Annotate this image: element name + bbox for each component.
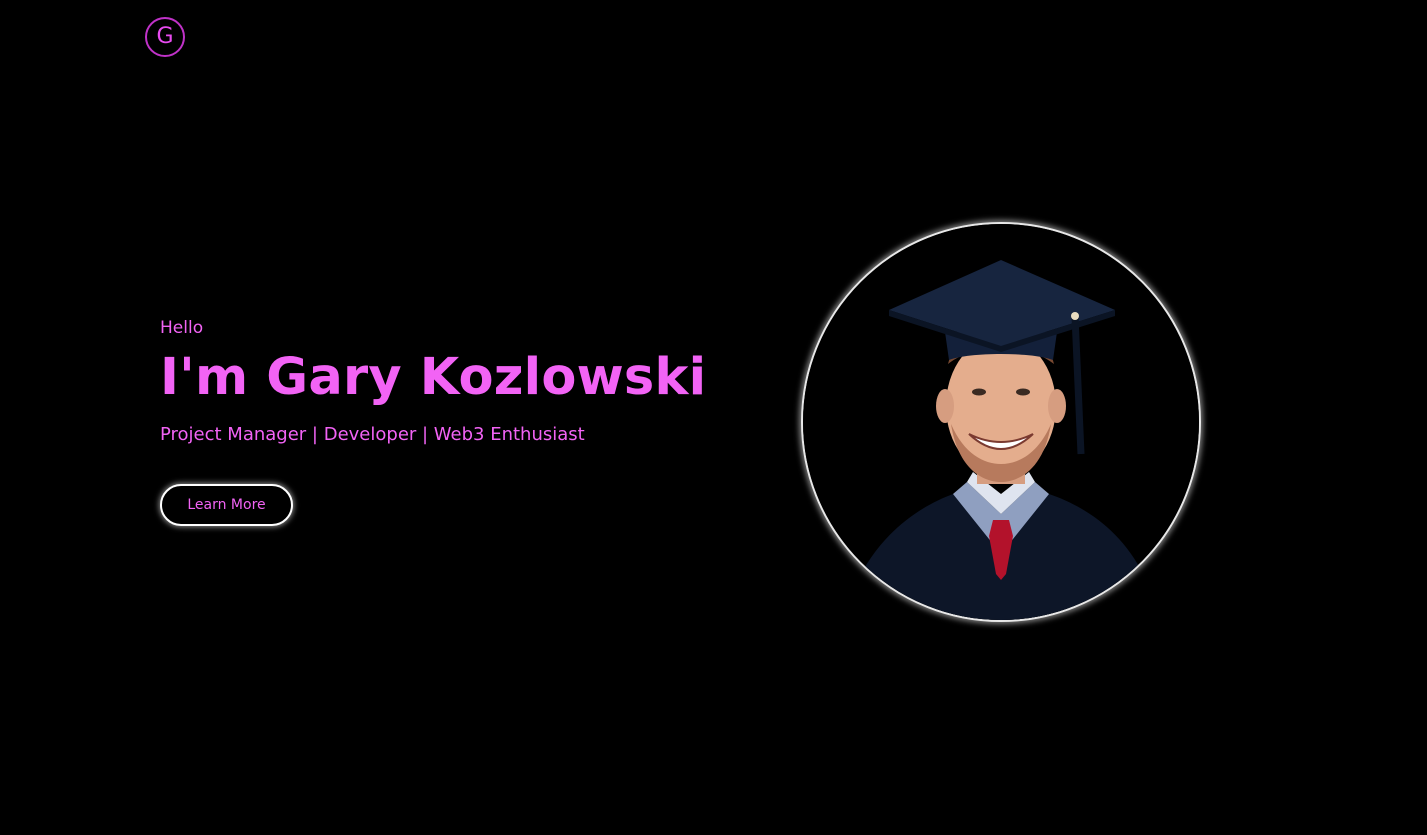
- hero-tagline: Project Manager | Developer | Web3 Enthu…: [160, 424, 585, 445]
- logo-letter: G: [156, 24, 174, 49]
- learn-more-button[interactable]: Learn More: [160, 484, 293, 526]
- graduate-portrait-icon: [803, 224, 1199, 620]
- home-page: G Hello I'm Gary Kozlowski Project Manag…: [0, 0, 1427, 835]
- site-logo[interactable]: G: [145, 17, 185, 57]
- hero-greeting: Hello: [160, 318, 204, 338]
- profile-photo: [801, 222, 1201, 622]
- hero-name: I'm Gary Kozlowski: [160, 348, 707, 407]
- hero-section: Hello I'm Gary Kozlowski Project Manager…: [160, 316, 720, 448]
